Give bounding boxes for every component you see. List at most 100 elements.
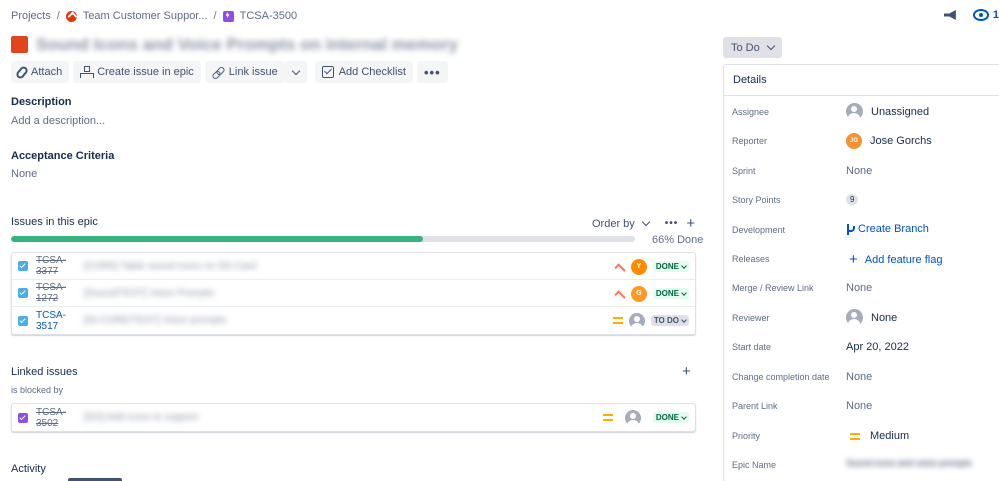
epic-issues-list: TCSA-3377 [CORE] Table sound icons on SD… bbox=[11, 252, 696, 335]
priority-high-icon bbox=[614, 262, 626, 275]
reviewer-label: Reviewer bbox=[732, 313, 770, 323]
merge-review-link-value[interactable]: None bbox=[846, 282, 872, 294]
status-badge[interactable]: DONE bbox=[652, 288, 689, 299]
order-by-button[interactable]: Order by bbox=[592, 217, 651, 230]
create-branch-label: Create Branch bbox=[858, 223, 929, 235]
status-badge[interactable]: DONE bbox=[652, 412, 689, 423]
add-linked-issue-icon[interactable]: + bbox=[682, 364, 691, 379]
epic-icon bbox=[222, 10, 234, 22]
issue-title[interactable]: Sound Icons and Voice Prompts on interna… bbox=[36, 35, 458, 55]
unassigned-avatar-icon bbox=[846, 103, 863, 120]
issues-in-epic-heading: Issues in this epic bbox=[11, 216, 98, 228]
table-row[interactable]: TCSA-3517 [NI-CORE/TEST] Voice prompts T… bbox=[12, 307, 695, 334]
issue-key[interactable]: TCSA-1272 bbox=[36, 282, 84, 304]
development-label: Development bbox=[732, 225, 786, 235]
priority-field[interactable]: Medium bbox=[850, 430, 909, 442]
epic-issues-actions: Order by ••• + bbox=[592, 216, 695, 231]
toolbar: Attach Create issue in epic Link issue A… bbox=[11, 61, 448, 83]
reporter-value: Jose Gorchs bbox=[870, 135, 932, 147]
epic-name-value[interactable]: Sound icons and voice prompts bbox=[846, 458, 972, 468]
status-label: DONE bbox=[655, 413, 679, 422]
parent-link-label: Parent Link bbox=[732, 401, 778, 411]
acceptance-value[interactable]: None bbox=[11, 168, 37, 180]
parent-link-value[interactable]: None bbox=[846, 400, 872, 412]
create-issue-label: Create issue in epic bbox=[97, 66, 194, 78]
avatar[interactable]: G bbox=[630, 285, 647, 302]
link-issue-button[interactable]: Link issue bbox=[204, 61, 285, 83]
details-heading[interactable]: Details bbox=[733, 74, 767, 86]
unassigned-avatar-icon[interactable] bbox=[624, 409, 641, 426]
more-actions-button[interactable]: ••• bbox=[416, 61, 448, 83]
row-meta: TO DO bbox=[612, 307, 689, 334]
story-points-label: Story Points bbox=[732, 195, 781, 205]
unassigned-avatar-icon[interactable] bbox=[628, 312, 645, 329]
breadcrumb-project[interactable]: Team Customer Suppor... bbox=[83, 10, 208, 22]
change-completion-date-value[interactable]: None bbox=[846, 371, 872, 383]
link-issue-dropdown[interactable] bbox=[284, 61, 307, 83]
priority-medium-icon bbox=[612, 317, 623, 324]
issue-summary[interactable]: [CORE] Table sound icons on SD Card bbox=[84, 261, 689, 272]
description-heading: Description bbox=[11, 96, 72, 108]
add-child-issue-icon[interactable]: + bbox=[686, 216, 695, 231]
epic-more-icon[interactable]: ••• bbox=[665, 218, 679, 229]
add-feature-flag-link[interactable]: + Add feature flag bbox=[849, 252, 942, 267]
chevron-down-icon bbox=[681, 316, 687, 323]
change-completion-date-label: Change completion date bbox=[732, 372, 830, 382]
chevron-down-icon bbox=[681, 289, 687, 296]
eye-icon bbox=[972, 9, 989, 21]
status-badge[interactable]: TO DO bbox=[650, 315, 689, 326]
header-actions: 1 bbox=[943, 8, 999, 22]
plus-icon: + bbox=[849, 251, 858, 268]
branch-icon bbox=[846, 223, 855, 235]
avatar[interactable]: Y bbox=[630, 258, 647, 275]
issue-summary[interactable]: [DO] Add icons to support bbox=[84, 412, 689, 423]
status-label: DONE bbox=[655, 262, 679, 271]
attach-button[interactable]: Attach bbox=[11, 61, 70, 83]
issue-summary[interactable]: [Sound/TEST] Voice Prompts bbox=[84, 288, 689, 299]
story-points-field[interactable]: 9 bbox=[846, 194, 859, 205]
reporter-field[interactable]: JG Jose Gorchs bbox=[846, 133, 932, 149]
more-icon: ••• bbox=[423, 64, 441, 80]
status-button[interactable]: To Do bbox=[723, 37, 782, 58]
issue-key[interactable]: TCSA-3517 bbox=[36, 310, 84, 332]
start-date-value[interactable]: Apr 20, 2022 bbox=[846, 341, 909, 353]
task-icon bbox=[18, 288, 28, 298]
priority-high-icon bbox=[614, 289, 626, 302]
epic-name-label: Epic Name bbox=[732, 460, 777, 470]
breadcrumb-separator: / bbox=[213, 10, 217, 22]
add-checklist-button[interactable]: Add Checklist bbox=[314, 61, 413, 83]
task-icon bbox=[18, 261, 28, 271]
issue-key[interactable]: TCSA-3377 bbox=[36, 255, 84, 277]
table-row[interactable]: TCSA-3377 [CORE] Table sound icons on SD… bbox=[12, 253, 695, 280]
status-label: TO DO bbox=[653, 316, 679, 325]
issue-type-icon[interactable] bbox=[11, 36, 28, 53]
megaphone-icon[interactable] bbox=[943, 8, 959, 22]
reviewer-field[interactable]: None bbox=[846, 309, 897, 326]
table-row[interactable]: TCSA-1272 [Sound/TEST] Voice Prompts G D… bbox=[12, 280, 695, 307]
table-row[interactable]: TCSA-3502 [DO] Add icons to support DONE bbox=[12, 404, 695, 431]
assignee-field[interactable]: Unassigned bbox=[846, 103, 929, 120]
epic-progress-fill bbox=[11, 236, 423, 242]
breadcrumb-epic-key[interactable]: TCSA-3500 bbox=[240, 10, 297, 22]
order-by-label: Order by bbox=[592, 217, 635, 230]
issue-key[interactable]: TCSA-3502 bbox=[36, 407, 84, 429]
details-panel bbox=[723, 64, 999, 481]
assignee-label: Assignee bbox=[732, 107, 770, 117]
watch-button[interactable]: 1 bbox=[972, 9, 999, 21]
chevron-down-icon bbox=[291, 66, 300, 75]
linked-issues-list: TCSA-3502 [DO] Add icons to support DONE bbox=[11, 403, 696, 432]
assignee-value: Unassigned bbox=[871, 105, 930, 118]
attach-label: Attach bbox=[31, 66, 63, 78]
description-field[interactable]: Add a description... bbox=[11, 115, 105, 127]
priority-value: Medium bbox=[870, 430, 910, 442]
issue-summary[interactable]: [NI-CORE/TEST] Voice prompts bbox=[84, 315, 689, 326]
epic-icon bbox=[18, 412, 28, 423]
breadcrumb-projects[interactable]: Projects bbox=[11, 10, 51, 22]
status-badge[interactable]: DONE bbox=[652, 261, 689, 272]
epic-progress-label: 66% Done bbox=[652, 234, 704, 246]
sprint-value[interactable]: None bbox=[846, 165, 872, 177]
watch-count: 1 bbox=[992, 9, 999, 21]
link-issue-label: Link issue bbox=[228, 66, 278, 78]
create-issue-in-epic-button[interactable]: Create issue in epic bbox=[73, 61, 201, 83]
create-branch-link[interactable]: Create Branch bbox=[846, 223, 929, 235]
